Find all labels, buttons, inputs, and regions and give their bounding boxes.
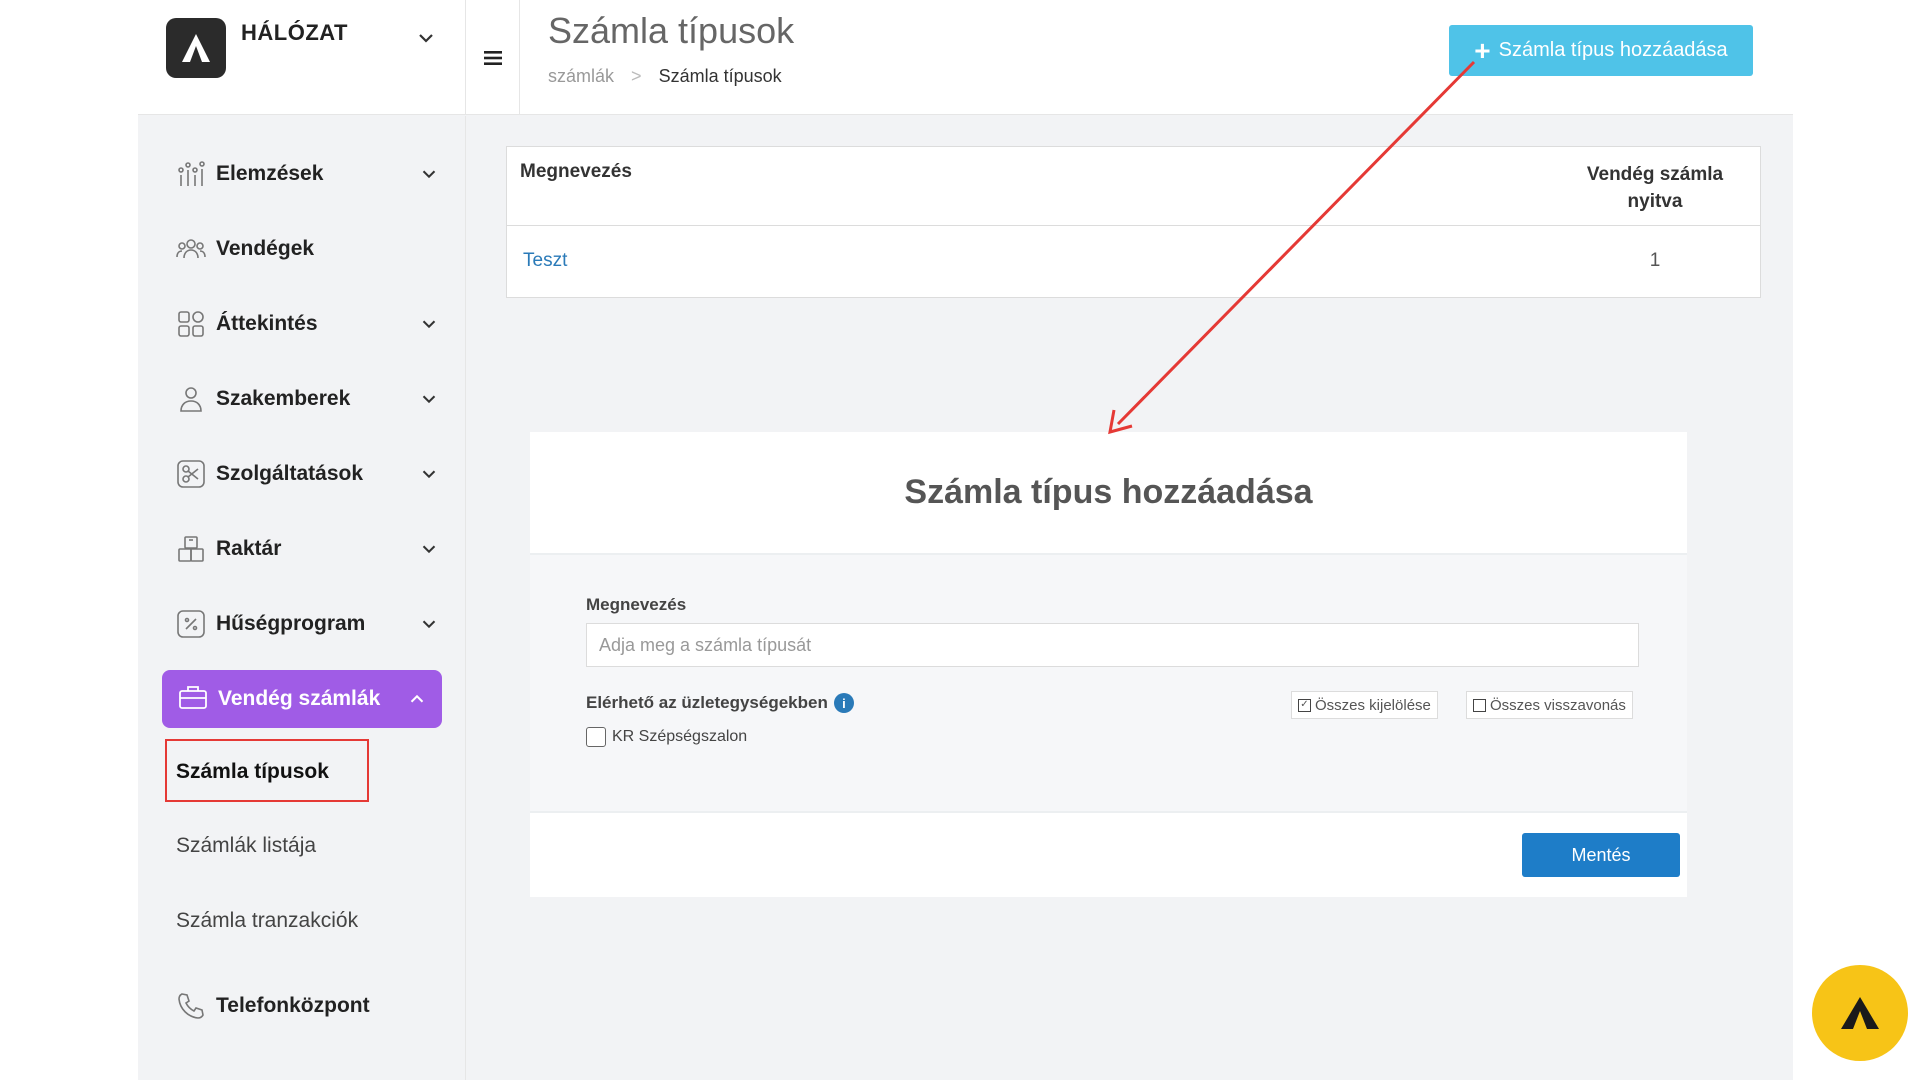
person-icon [176,384,206,414]
table-header-row: Megnevezés Vendég számla nyitva [507,147,1760,226]
name-field-label: Megnevezés [586,595,687,614]
modal-header: Számla típus hozzáadása [530,432,1687,555]
checkbox-checked-icon: ✓ [1298,698,1311,712]
sidebar-item-vendegek[interactable]: Vendégek [176,221,446,277]
boxes-icon [176,534,206,564]
menu-toggle-button[interactable] [466,0,520,115]
sidebar-item-vendeg-szamlak[interactable]: Vendég számlák [162,670,442,728]
table-row[interactable]: Teszt 1 [507,226,1760,298]
shop-checkbox[interactable] [586,727,606,747]
guests-icon [176,234,206,264]
deselect-all-button[interactable]: Összes visszavonás [1466,691,1633,719]
available-in-label: Elérhető az üzletegységekben i [586,693,854,713]
sidebar-item-label: Szolgáltatások [216,462,364,485]
sidebar-subitem-szamla-tipusok[interactable]: Számla típusok [176,760,329,784]
sidebar-item-elemzesek[interactable]: Elemzések [176,146,446,202]
row-name-link[interactable]: Teszt [523,250,567,272]
account-types-table: Megnevezés Vendég számla nyitva Teszt 1 [506,146,1761,298]
select-all-label: Összes kijelölése [1315,696,1431,714]
logo [166,18,226,78]
breadcrumb-current: Számla típusok [658,66,782,86]
top-bar: HÁLÓZAT Számla típusok számlák > Számla … [138,0,1793,115]
info-icon[interactable]: i [833,693,854,713]
sidebar-item-label: Szakemberek [216,387,351,410]
chevron-down-icon [422,620,436,629]
select-all-button[interactable]: ✓ Összes kijelölése [1291,691,1438,719]
deselect-all-label: Összes visszavonás [1490,696,1626,714]
sidebar-item-telefonkozpont[interactable]: Telefonközpont [176,978,446,1034]
chevron-down-icon [422,320,436,329]
sidebar-item-szolgaltatasok[interactable]: Szolgáltatások [176,446,446,502]
sidebar: Elemzések Vendégek Áttekintés Szakembere… [138,116,466,1080]
app-frame: HÁLÓZAT Számla típusok számlák > Számla … [138,0,1908,1080]
chevron-up-icon [410,694,424,703]
chevron-down-icon [422,395,436,404]
sidebar-item-label: Raktár [216,537,282,560]
row-open-count: 1 [1649,250,1661,271]
scissors-icon [176,459,206,489]
briefcase-icon [178,682,208,717]
plus-icon: + [1474,34,1491,66]
chevron-down-icon[interactable] [414,26,438,50]
chevron-down-icon [422,470,436,479]
hamburger-icon [483,50,502,65]
page-title: Számla típusok [548,10,795,51]
name-input[interactable] [586,623,1639,667]
brand-switcher[interactable]: HÁLÓZAT [138,0,466,115]
add-account-type-button[interactable]: + Számla típus hozzáadása [1449,25,1753,76]
checkbox-empty-icon [1473,698,1486,712]
percent-icon [176,609,206,639]
sidebar-item-label: Elemzések [216,162,324,185]
sidebar-subitem-szamla-tranzakciok[interactable]: Számla tranzakciók [176,909,358,933]
save-button[interactable]: Mentés [1522,833,1680,877]
brand-name: HÁLÓZAT [241,20,348,45]
sidebar-item-husegprogram[interactable]: Hűségprogram [176,596,446,652]
breadcrumb: számlák > Számla típusok [548,66,782,87]
add-account-type-modal: Számla típus hozzáadása Megnevezés Elérh… [530,432,1687,897]
column-header-open[interactable]: Vendég számla nyitva [1580,161,1730,215]
sidebar-item-label: Hűségprogram [216,612,366,635]
help-launcher-button[interactable] [1812,965,1908,1061]
add-account-type-label: Számla típus hozzáadása [1498,39,1728,61]
logo-mark-icon [182,34,210,62]
column-header-name[interactable]: Megnevezés [520,161,632,183]
phone-icon [176,991,206,1021]
sidebar-item-label: Vendégek [216,237,315,260]
sidebar-item-label: Vendég számlák [218,687,381,710]
shop-label: KR Szépségszalon [612,728,748,745]
sidebar-item-raktar[interactable]: Raktár [176,521,446,577]
chevron-down-icon [422,170,436,179]
grid-icon [176,309,206,339]
modal-footer: Mentés [530,813,1687,897]
sidebar-item-szakemberek[interactable]: Szakemberek [176,371,446,427]
available-in-text: Elérhető az üzletegységekben [586,693,828,712]
sidebar-item-label: Telefonközpont [216,994,370,1017]
logo-mark-icon [1841,997,1879,1029]
chevron-down-icon [422,545,436,554]
shop-option[interactable]: KR Szépségszalon [586,727,747,747]
sidebar-item-label: Áttekintés [216,312,318,335]
analytics-icon [176,159,206,189]
sidebar-item-attekintes[interactable]: Áttekintés [176,296,446,352]
breadcrumb-separator: > [631,66,642,86]
sidebar-subitem-szamlak-listaja[interactable]: Számlák listája [176,834,316,858]
modal-title: Számla típus hozzáadása [904,473,1313,511]
modal-body: Megnevezés Elérhető az üzletegységekben … [530,555,1687,813]
breadcrumb-link[interactable]: számlák [548,66,614,86]
